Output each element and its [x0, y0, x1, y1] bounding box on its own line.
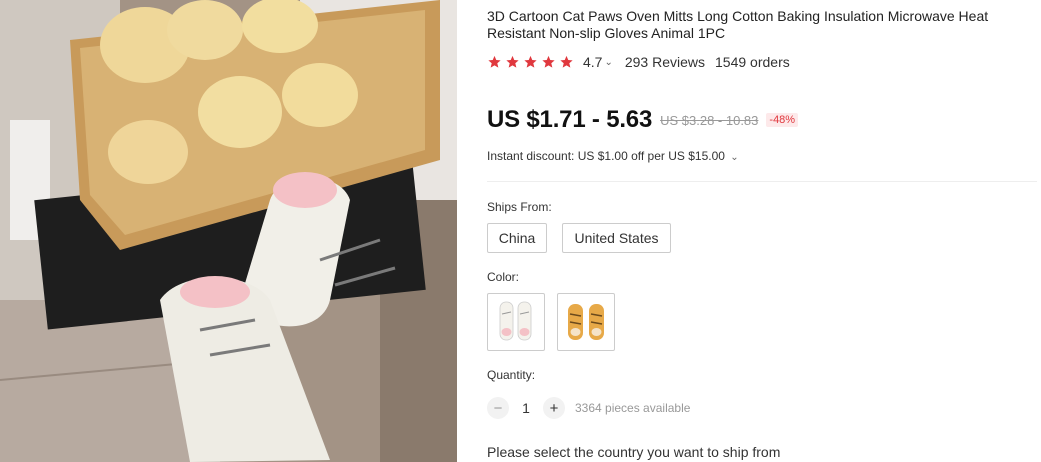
star-icon — [560, 55, 573, 68]
rating-value: 4.7 — [583, 54, 603, 70]
product-title: 3D Cartoon Cat Paws Oven Mitts Long Cott… — [487, 8, 989, 41]
quantity-input[interactable]: 1 — [509, 400, 543, 416]
tiger-mitt-thumbnail — [568, 304, 604, 340]
star-icon — [488, 55, 501, 68]
orders-count: 1549 orders — [715, 54, 790, 70]
quantity-label: Quantity: — [487, 368, 536, 382]
reviews-link[interactable]: 293 Reviews — [625, 54, 705, 70]
white-mitt-thumbnail — [499, 301, 532, 341]
star-icon — [506, 55, 519, 68]
color-option-white-cat-paw[interactable] — [487, 293, 545, 351]
chevron-down-icon[interactable]: ⌄ — [604, 57, 612, 68]
pieces-available: 3364 pieces available — [575, 401, 691, 415]
product-photo-illustration — [0, 0, 457, 462]
ship-option-united-states[interactable]: United States — [562, 223, 671, 253]
current-price: US $1.71 - 5.63 — [487, 106, 653, 133]
ship-country-message: Please select the country you want to sh… — [487, 444, 781, 460]
price-row: US $1.71 - 5.63 US $3.28 - 10.83 -48% — [487, 106, 799, 134]
instant-discount-text: Instant discount: US $1.00 off per US $1… — [487, 149, 725, 163]
quantity-increase-button[interactable]: + — [543, 397, 565, 419]
instant-discount[interactable]: Instant discount: US $1.00 off per US $1… — [487, 149, 751, 163]
original-price: US $3.28 - 10.83 — [660, 112, 759, 128]
discount-badge: -48% — [766, 113, 799, 127]
color-label: Color: — [487, 270, 520, 284]
ship-option-china[interactable]: China — [487, 223, 547, 253]
rating-row: 4.7 ⌄ 293 Reviews 1549 orders — [487, 53, 790, 71]
color-option-tiger-cat-paw[interactable] — [557, 293, 615, 351]
star-icon — [524, 55, 537, 68]
quantity-stepper: − 1 + 3364 pieces available — [487, 397, 690, 419]
star-rating — [487, 55, 577, 69]
product-image[interactable] — [0, 0, 457, 462]
quantity-decrease-button[interactable]: − — [487, 397, 509, 419]
divider — [487, 181, 1037, 182]
chevron-down-icon: ⌄ — [730, 152, 739, 163]
star-icon — [542, 55, 555, 68]
ships-from-label: Ships From: — [487, 200, 552, 214]
